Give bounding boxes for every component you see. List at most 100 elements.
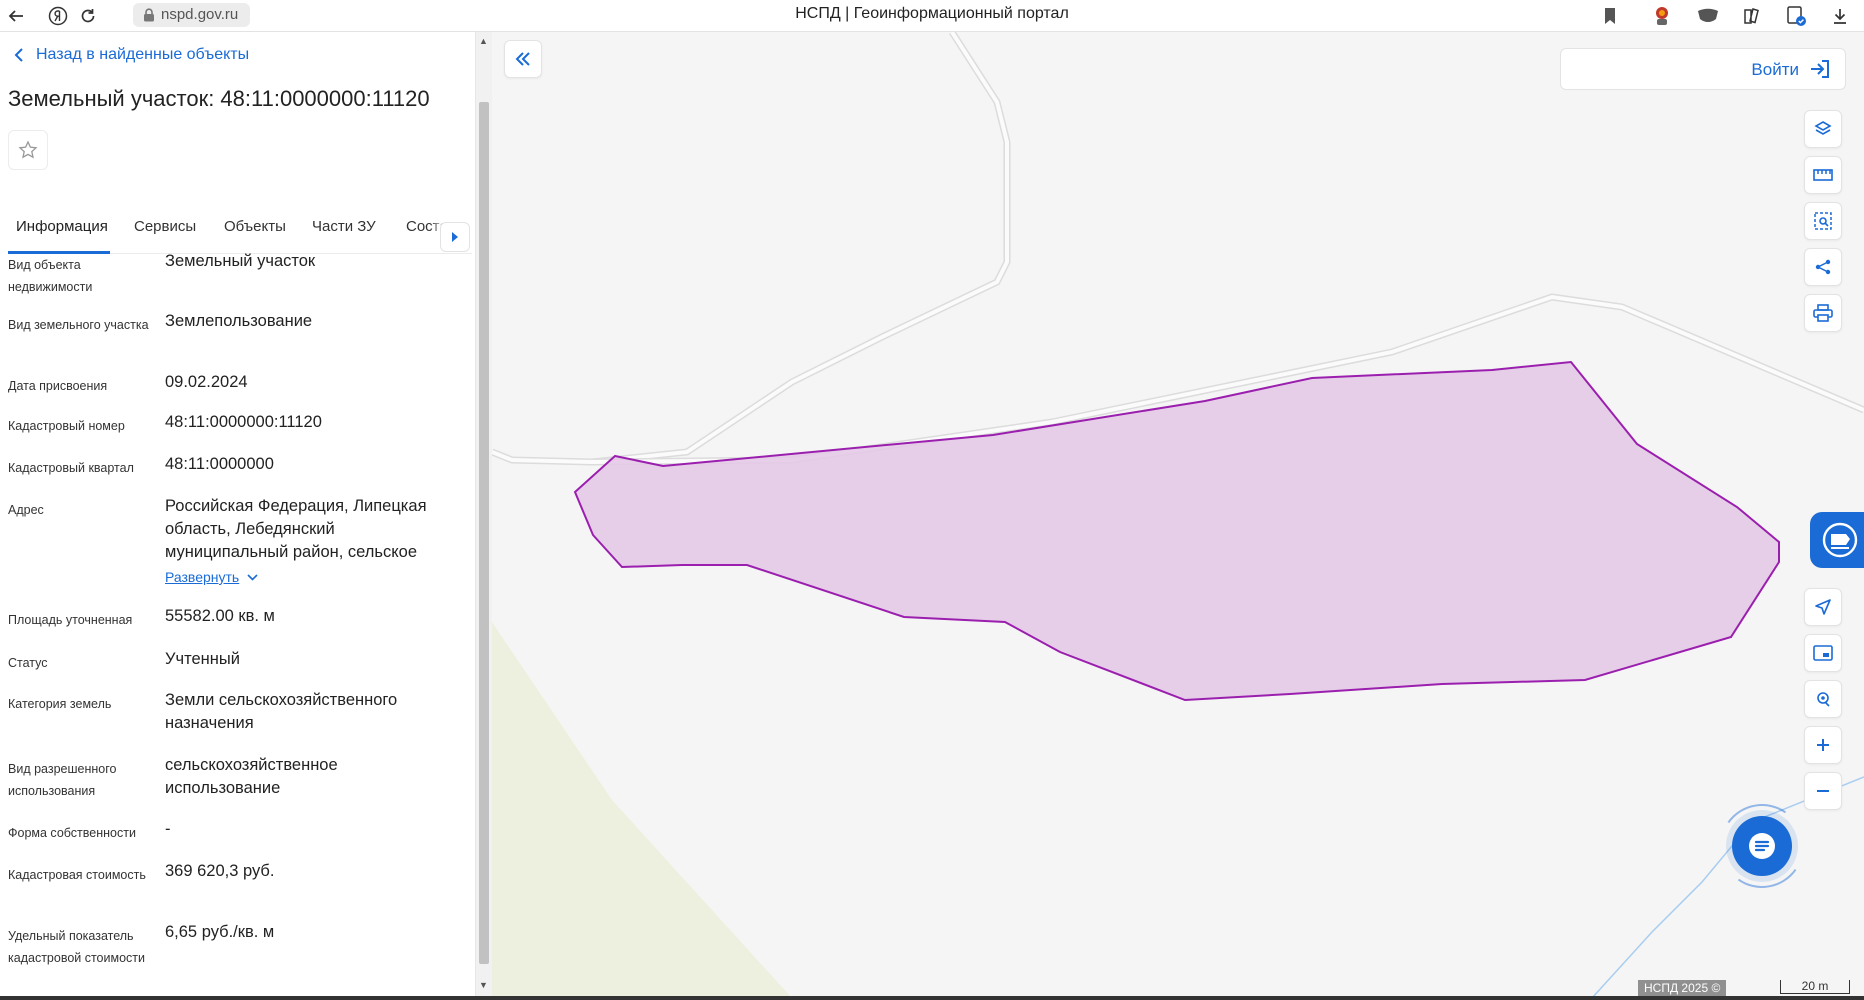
object-info-panel: Назад в найденные объекты Земельный учас… xyxy=(0,32,476,998)
layers-button[interactable] xyxy=(1804,110,1842,148)
property-label: Категория земель xyxy=(8,697,112,711)
print-icon xyxy=(1813,304,1833,322)
favorite-button[interactable] xyxy=(8,130,48,170)
field-area xyxy=(492,622,792,998)
property-value: 48:11:0000000 xyxy=(165,455,274,473)
share-button[interactable] xyxy=(1804,248,1842,286)
login-icon xyxy=(1811,60,1829,78)
property-row-address: Адрес Российская Федерация, Липецкая обл… xyxy=(8,495,458,595)
property-value: 55582.00 кв. м xyxy=(165,607,275,625)
property-row: Кадастровый квартал 48:11:0000000 xyxy=(8,453,458,483)
property-row: Вид земельного участка Землепользование xyxy=(8,310,458,360)
minimap-icon xyxy=(1813,645,1833,661)
back-link-label: Назад в найденные объекты xyxy=(36,46,250,63)
yandex-icon[interactable] xyxy=(46,4,70,28)
address-text: Российская Федерация, Липецкая область, … xyxy=(165,497,427,561)
print-button[interactable] xyxy=(1804,294,1842,332)
property-label: Статус xyxy=(8,656,48,670)
collections-icon[interactable] xyxy=(1740,4,1764,28)
property-row: Дата присвоения 09.02.2024 xyxy=(8,371,458,401)
zoom-in-button[interactable] xyxy=(1804,726,1842,764)
url-bar[interactable]: nspd.gov.ru xyxy=(133,3,251,27)
zoom-out-button[interactable] xyxy=(1804,772,1842,810)
back-to-results-link[interactable]: Назад в найденные объекты xyxy=(14,46,249,64)
object-title: Земельный участок: 48:11:0000000:11120 xyxy=(8,86,430,111)
road-inner xyxy=(492,32,1009,465)
property-label: Кадастровая стоимость xyxy=(8,868,146,882)
browser-toolbar: nspd.gov.ru НСПД | Геоинформационный пор… xyxy=(0,0,1864,32)
map-scale: 20 m xyxy=(1780,980,1850,994)
property-value: 6,65 руб./кв. м xyxy=(165,923,275,941)
minimap-button[interactable] xyxy=(1804,634,1842,672)
property-row: Вид объекта недвижимости Земельный участ… xyxy=(8,250,458,300)
panel-scrollbar[interactable]: ▲ ▼ xyxy=(476,32,492,998)
zoom-out-icon xyxy=(1817,790,1829,792)
property-row: Статус Учтенный xyxy=(8,648,458,678)
property-value: 09.02.2024 xyxy=(165,373,248,391)
property-value: 48:11:0000000:11120 xyxy=(165,413,322,431)
chevron-down-icon xyxy=(247,574,258,581)
layers-icon xyxy=(1814,121,1832,135)
chat-fab-button[interactable] xyxy=(1732,816,1792,876)
stream-line xyxy=(1591,776,1864,998)
road-line xyxy=(492,32,1011,466)
object-tabs: Информация Сервисы Объекты Части ЗУ Сост… xyxy=(8,208,472,254)
caret-right-icon xyxy=(452,232,458,242)
scroll-down-arrow[interactable]: ▼ xyxy=(479,980,488,990)
locate-button[interactable] xyxy=(1804,588,1842,626)
star-icon xyxy=(18,140,38,159)
ruler-icon xyxy=(1813,169,1833,181)
expand-label: Развернуть xyxy=(165,569,240,585)
property-row: Вид разрешенного использования сельскохо… xyxy=(8,754,458,809)
map-view[interactable]: Войти НСПД 2025 © 20 m xyxy=(492,32,1864,998)
chevron-left-icon xyxy=(14,48,23,62)
tab-services[interactable]: Сервисы xyxy=(134,218,196,235)
tabs-scroll-right-button[interactable] xyxy=(440,222,470,252)
property-label: Площадь уточненная xyxy=(8,613,133,627)
support-chat-icon xyxy=(1822,522,1858,558)
back-arrow-icon[interactable] xyxy=(4,4,28,28)
shield-extension-icon[interactable] xyxy=(1696,4,1720,28)
property-value: сельскохозяйственное использование xyxy=(165,756,338,797)
scroll-up-arrow[interactable]: ▲ xyxy=(479,36,488,46)
chat-icon xyxy=(1749,833,1775,859)
page-title: НСПД | Геоинформационный портал xyxy=(795,5,1069,22)
reload-icon[interactable] xyxy=(76,4,100,28)
geolocation-icon xyxy=(1817,692,1830,707)
ruler-button[interactable] xyxy=(1804,156,1842,194)
select-area-button[interactable] xyxy=(1804,202,1842,240)
expand-address-link[interactable]: Развернуть xyxy=(165,566,258,589)
taskbar-edge xyxy=(0,996,1864,1000)
notes-check-icon[interactable] xyxy=(1784,4,1808,28)
property-value: Учтенный xyxy=(165,650,240,668)
property-label: Вид разрешенного использования xyxy=(8,762,117,798)
tab-information[interactable]: Информация xyxy=(16,218,108,235)
property-label: Вид земельного участка xyxy=(8,318,149,332)
property-value: - xyxy=(165,820,171,838)
url-text: nspd.gov.ru xyxy=(161,6,239,23)
zoom-in-icon xyxy=(1817,739,1829,751)
land-parcel-polygon[interactable] xyxy=(573,360,1780,702)
property-label: Кадастровый номер xyxy=(8,419,125,433)
property-label: Адрес xyxy=(8,503,44,517)
map-canvas xyxy=(492,32,1864,998)
scroll-thumb[interactable] xyxy=(479,102,489,964)
download-icon[interactable] xyxy=(1828,4,1852,28)
property-row: Категория земель Земли сельскохозяйствен… xyxy=(8,689,458,744)
property-value: Землепользование xyxy=(165,312,313,330)
property-row: Кадастровый номер 48:11:0000000:11120 xyxy=(8,411,458,441)
support-side-button[interactable] xyxy=(1810,512,1864,568)
extension-icon[interactable] xyxy=(1650,4,1674,28)
collapse-panel-button[interactable] xyxy=(504,40,542,78)
tab-parts[interactable]: Части ЗУ xyxy=(312,218,376,235)
login-button[interactable]: Войти xyxy=(1560,48,1846,90)
property-label: Форма собственности xyxy=(8,826,136,840)
property-row: Форма собственности - xyxy=(8,818,458,848)
property-value-address: Российская Федерация, Липецкая область, … xyxy=(165,495,455,589)
lock-icon xyxy=(144,8,154,22)
property-value: Земли сельскохозяйственного назначения xyxy=(165,691,398,732)
bookmark-icon[interactable] xyxy=(1598,4,1622,28)
tab-objects[interactable]: Объекты xyxy=(224,218,286,235)
property-row: Площадь уточненная 55582.00 кв. м xyxy=(8,605,458,635)
geolocation-button[interactable] xyxy=(1804,680,1842,718)
